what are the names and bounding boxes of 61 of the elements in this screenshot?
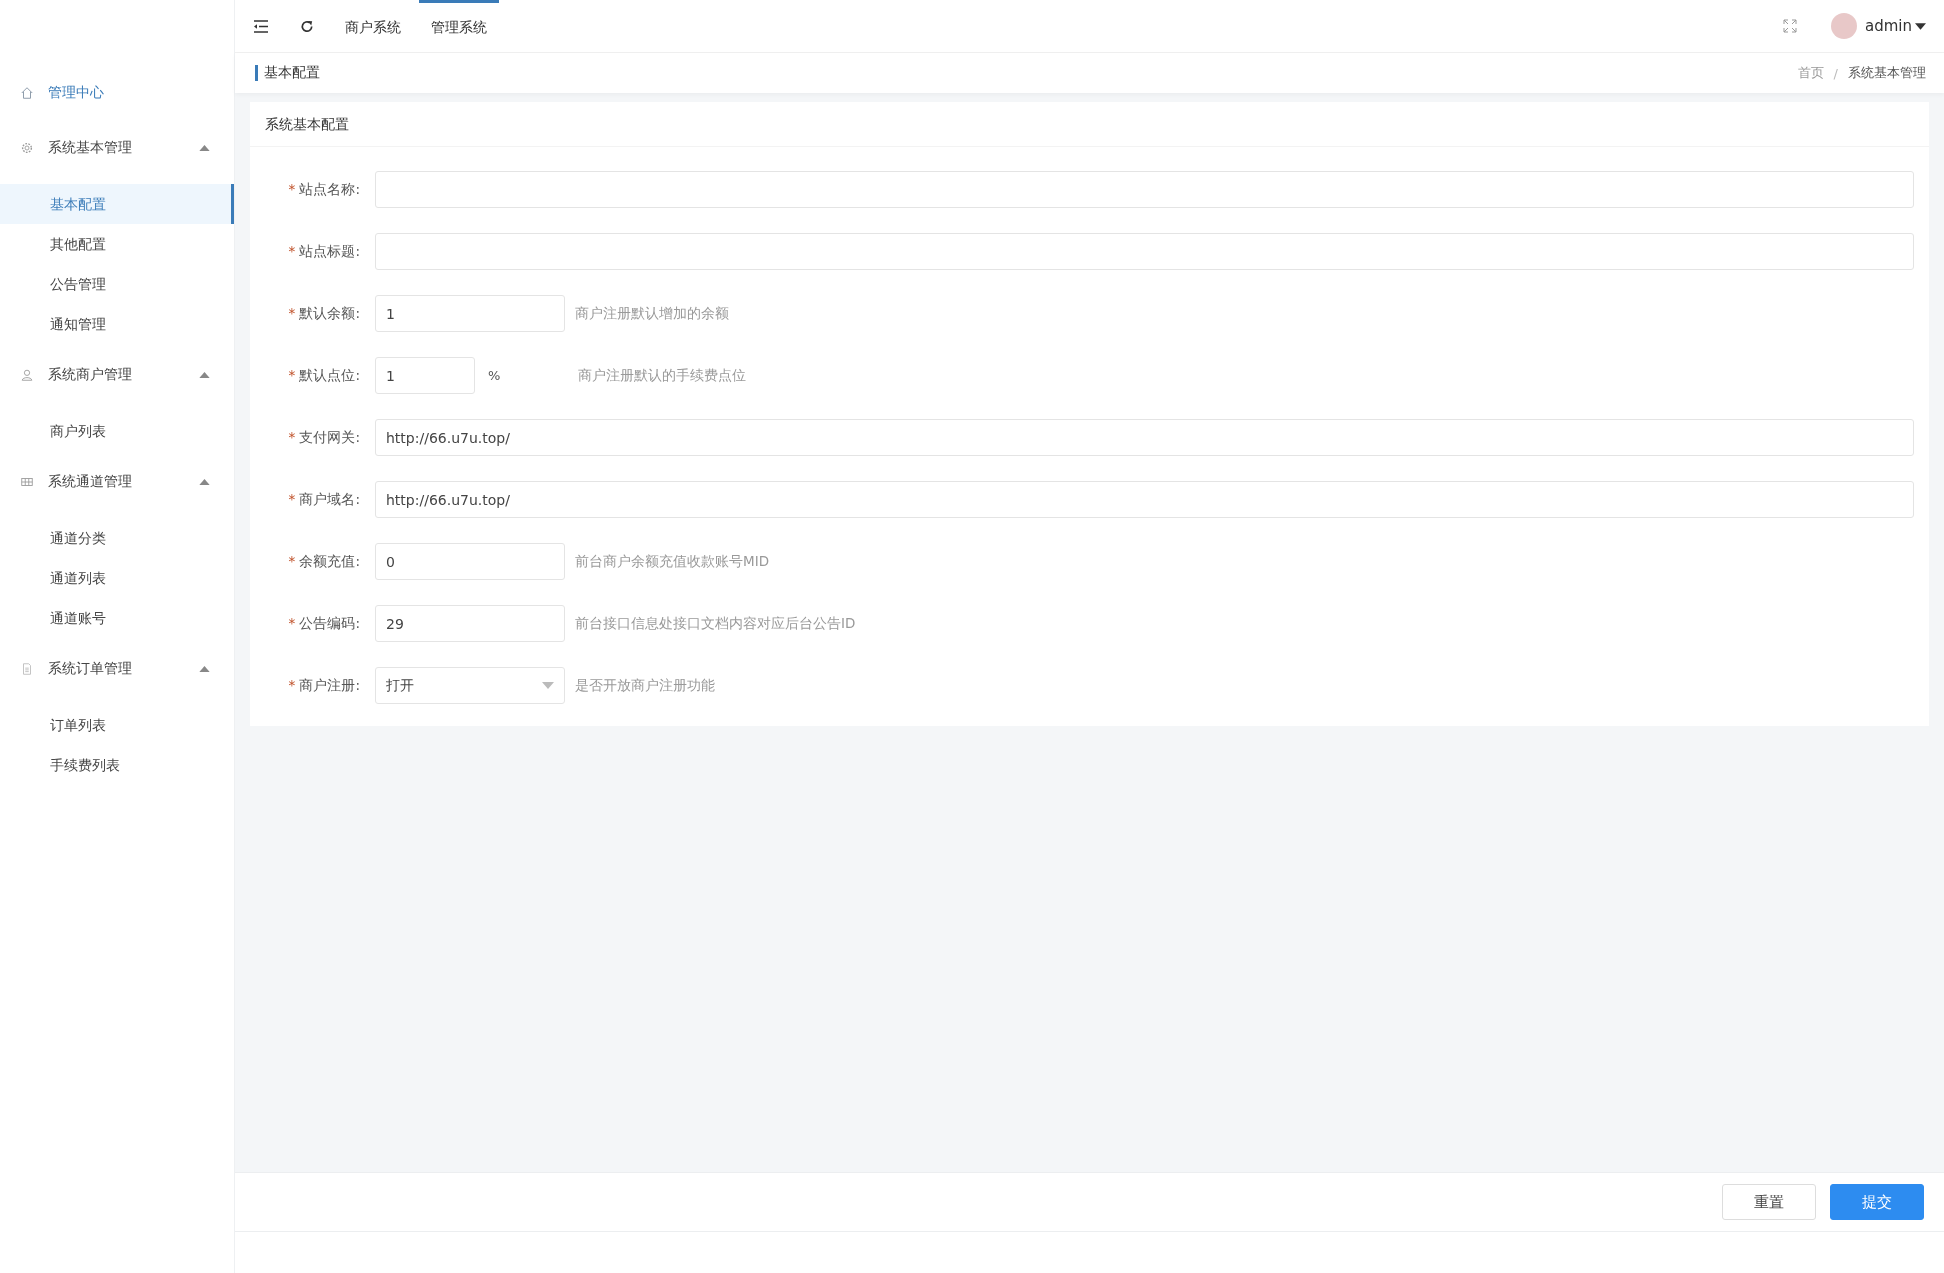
sidebar-item[interactable]: 通知管理 (0, 304, 234, 344)
menu-label: 系统通道管理 (48, 473, 133, 491)
avatar[interactable] (1831, 13, 1857, 39)
sidebar-item[interactable]: 基本配置 (0, 184, 234, 224)
unit-label: % (488, 368, 502, 383)
menu-collapse-icon[interactable] (253, 18, 269, 34)
menu-group[interactable]: 系统通道管理 (0, 463, 234, 501)
user-menu[interactable]: admin (1865, 17, 1912, 35)
input-field[interactable] (375, 171, 1914, 208)
sidebar-item[interactable]: 公告管理 (0, 264, 234, 304)
sidebar-item[interactable]: 通道分类 (0, 518, 234, 558)
field-label: * 站点名称: (287, 180, 361, 199)
input-field[interactable]: http://66.u7u.top/ (375, 481, 1914, 518)
reset-button[interactable]: 重置 (1722, 1184, 1816, 1220)
sidebar-item[interactable]: 通道账号 (0, 598, 234, 638)
sidebar-item[interactable]: 手续费列表 (0, 745, 234, 785)
field-hint: 商户注册默认的手续费点位 (578, 366, 746, 385)
caret-icon (542, 682, 554, 689)
field-hint: 前台接口信息处接口文档内容对应后台公告ID (575, 614, 856, 633)
input-field[interactable]: 0 (375, 543, 565, 580)
field-label: * 余额充值: (287, 552, 361, 571)
menu-label: 系统基本管理 (48, 139, 133, 157)
sidebar-item[interactable]: 订单列表 (0, 705, 234, 745)
sidebar-item[interactable]: 通道列表 (0, 558, 234, 598)
gear-icon (20, 141, 34, 155)
menu-label: 管理中心 (48, 84, 104, 102)
menu-group[interactable]: 系统订单管理 (0, 650, 234, 688)
field-label: * 站点标题: (287, 242, 361, 261)
menu-label: 系统订单管理 (48, 660, 133, 678)
grid-icon (20, 475, 34, 489)
nav-tab[interactable]: 商户系统 (345, 0, 401, 52)
input-field[interactable] (375, 233, 1914, 270)
breadcrumb-separator: / (1833, 65, 1838, 81)
fullscreen-icon[interactable] (1783, 19, 1797, 33)
sidebar-item[interactable]: 商户列表 (0, 411, 234, 451)
field-hint: 是否开放商户注册功能 (575, 676, 715, 695)
field-hint: 前台商户余额充值收款账号MID (575, 552, 770, 571)
menu-group[interactable]: 系统商户管理 (0, 356, 234, 394)
select-field[interactable]: 打开 (375, 667, 565, 704)
field-label: * 默认余额: (287, 304, 361, 323)
input-field[interactable]: http://66.u7u.top/ (375, 419, 1914, 456)
document-icon (20, 662, 34, 676)
sidebar-item[interactable]: 管理中心 (0, 74, 234, 112)
home-icon (20, 86, 34, 100)
field-label: * 商户注册: (287, 676, 361, 695)
card-title: 系统基本配置 (250, 102, 1929, 147)
menu-group[interactable]: 系统基本管理 (0, 129, 234, 167)
input-field[interactable]: 29 (375, 605, 565, 642)
user-icon (20, 368, 34, 382)
input-field[interactable]: 1 (375, 357, 475, 394)
field-label: * 默认点位: (287, 366, 361, 385)
caret-icon[interactable] (1915, 22, 1926, 30)
menu-label: 系统商户管理 (48, 366, 133, 384)
sidebar-item[interactable]: 其他配置 (0, 224, 234, 264)
field-label: * 公告编码: (287, 614, 361, 633)
input-field[interactable]: 1 (375, 295, 565, 332)
field-label: * 商户域名: (287, 490, 361, 509)
field-hint: 商户注册默认增加的余额 (575, 304, 729, 323)
refresh-icon[interactable] (299, 18, 315, 34)
page-title: 基本配置 (264, 64, 320, 82)
field-label: * 支付网关: (287, 428, 361, 447)
